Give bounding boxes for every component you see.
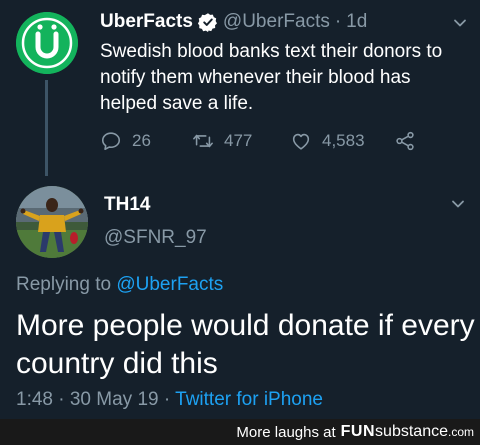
parent-tweet-text: Swedish blood banks text their donors to… <box>100 41 443 114</box>
share-button[interactable] <box>394 130 416 152</box>
chevron-down-icon[interactable] <box>450 196 466 212</box>
chevron-down-icon[interactable] <box>452 15 468 31</box>
verified-badge-icon <box>197 13 217 32</box>
reply-tweet-text: More people would donate if every countr… <box>16 309 475 380</box>
th14-avatar[interactable] <box>16 186 88 258</box>
watermark-brand-fun: FUN <box>340 423 376 440</box>
parent-author-handle[interactable]: @UberFacts <box>223 11 330 33</box>
reply-author-name[interactable]: TH14 <box>104 194 150 216</box>
uberfacts-logo-icon <box>16 12 78 74</box>
thread-connector-line <box>45 80 48 176</box>
reply-icon <box>101 132 121 151</box>
like-count: 4,583 <box>322 131 365 150</box>
retweet-icon <box>193 134 213 148</box>
reply-button[interactable]: 26 <box>100 130 192 152</box>
reply-author-handle[interactable]: @SFNR_97 <box>104 227 207 249</box>
time-separator: · <box>334 11 342 32</box>
replying-to-label: Replying to <box>16 274 112 295</box>
replying-to-mention[interactable]: @UberFacts <box>116 274 223 295</box>
like-icon <box>292 133 310 150</box>
retweet-count: 477 <box>224 131 253 150</box>
uberfacts-avatar[interactable] <box>16 12 78 74</box>
retweet-button[interactable]: 477 <box>192 130 290 152</box>
watermark-brand-substance: substance <box>375 423 448 440</box>
parent-action-bar: 26 477 4,583 <box>100 128 420 154</box>
parent-author-name[interactable]: UberFacts <box>100 11 193 33</box>
parent-header: UberFacts @UberFacts · 1d <box>100 10 367 34</box>
parent-tweet[interactable]: UberFacts @UberFacts · 1d Swedish blood … <box>0 0 480 178</box>
parent-time: 1d <box>346 11 368 32</box>
replying-to-line: Replying to @UberFacts <box>16 274 223 296</box>
reply-timestamp: 1:48 · 30 May 19 · <box>16 389 171 410</box>
footballer-photo-icon <box>16 186 88 258</box>
reply-metadata: 1:48 · 30 May 19 · Twitter for iPhone <box>16 389 323 411</box>
reply-source-link[interactable]: Twitter for iPhone <box>175 389 323 410</box>
like-button[interactable]: 4,583 <box>290 130 394 152</box>
reply-count: 26 <box>132 131 151 150</box>
funsubstance-watermark[interactable]: More laughs at FUN substance .com <box>0 419 480 445</box>
watermark-prefix: More laughs at <box>236 423 336 441</box>
share-icon <box>396 131 414 151</box>
watermark-brand-com: .com <box>447 425 474 439</box>
